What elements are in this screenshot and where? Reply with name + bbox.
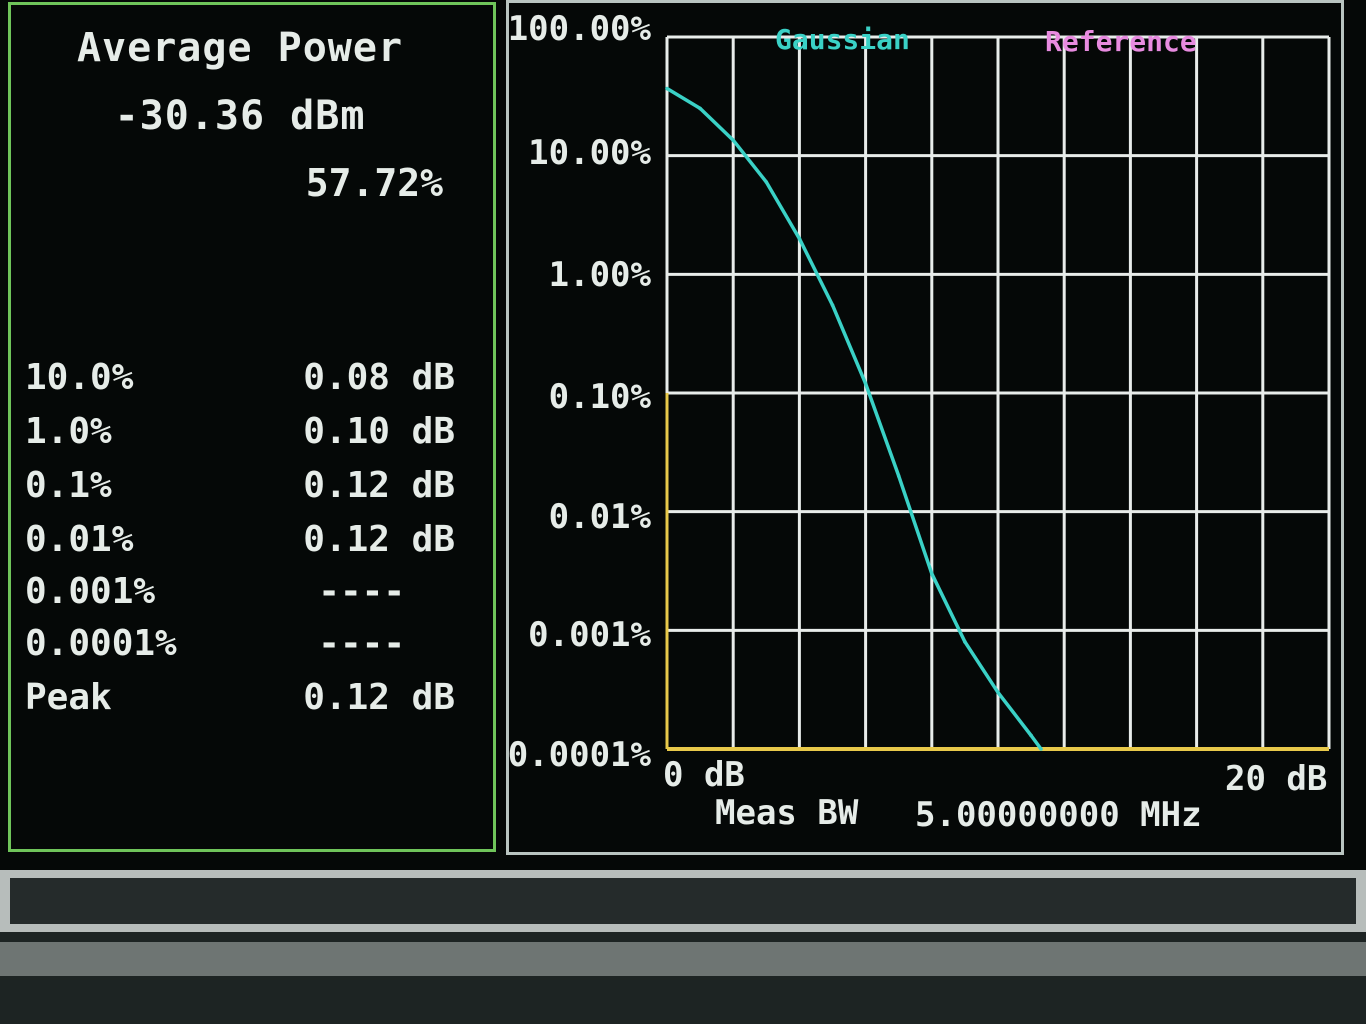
result-row-value: ---- [318, 571, 405, 612]
traces [665, 86, 1043, 751]
legend-reference: Reference [1045, 25, 1197, 58]
trace-gaussian [666, 87, 1043, 751]
result-row-label: 0.001% [25, 571, 156, 612]
trace-point [830, 303, 835, 307]
ccdf-results-panel: Average Power -30.36 dBm 57.72% 10.0% 0.… [8, 2, 496, 852]
result-row: 0.01% 0.12 dB [25, 519, 455, 569]
result-row: 10.0% 0.08 dB [25, 357, 455, 407]
instrument-screen: Average Power -30.36 dBm 57.72% 10.0% 0.… [0, 0, 1366, 870]
trace-point [1039, 747, 1043, 751]
result-row-label: Peak [25, 677, 112, 718]
result-row: 0.1% 0.12 dB [25, 465, 455, 515]
result-row-value: 0.10 dB [303, 411, 455, 452]
y-tick-label: 10.00% [528, 133, 651, 173]
trace-point [963, 640, 967, 644]
trace-point [863, 381, 868, 386]
trace-point [731, 138, 735, 143]
average-power-value: -30.36 dBm [114, 93, 366, 139]
trace-point [996, 690, 1000, 695]
trace-point [764, 180, 769, 184]
result-row-value: 0.12 dB [303, 677, 455, 718]
ccdf-chart [665, 35, 1331, 751]
average-power-percent: 57.72% [305, 161, 443, 205]
result-row: 0.001% ---- [25, 571, 455, 621]
meas-bw-value: 5.00000000 MHz [915, 795, 1202, 835]
softkey-bar-inner [10, 878, 1356, 924]
x-max-label: 20 dB [1225, 759, 1328, 799]
trace-point [797, 236, 802, 241]
result-row: 0.0001% ---- [25, 623, 455, 673]
softkey-bar [0, 870, 1366, 932]
result-row-value: 0.12 dB [303, 465, 455, 506]
result-row-label: 10.0% [25, 357, 134, 398]
trace-point [896, 474, 901, 478]
result-row-label: 0.01% [25, 519, 134, 560]
result-row-label: 0.0001% [25, 623, 177, 664]
y-tick-label: 0.01% [548, 497, 651, 537]
x-min-label: 0 dB [663, 755, 745, 795]
y-tick-label: 0.10% [548, 377, 651, 417]
legend-gaussian: Gaussian [775, 23, 910, 56]
result-row-label: 1.0% [25, 411, 112, 452]
trace-point [698, 106, 702, 111]
result-row-value: 0.08 dB [303, 357, 455, 398]
trace-point [665, 86, 669, 91]
y-tick-label: 0.001% [528, 615, 651, 655]
result-row: Peak 0.12 dB [25, 677, 455, 727]
trace-point [930, 571, 934, 576]
result-row-value: ---- [318, 623, 405, 664]
bezel-strip [0, 942, 1366, 976]
grid [665, 35, 1331, 751]
instrument-bezel [0, 932, 1366, 1024]
meas-bw-label: Meas BW [715, 793, 859, 833]
result-row-value: 0.12 dB [303, 519, 455, 560]
trace-point [1029, 733, 1033, 738]
y-tick-label: 0.0001% [507, 735, 651, 775]
y-tick-label: 1.00% [548, 255, 651, 295]
y-tick-label: 100.00% [507, 9, 651, 49]
panel-title: Average Power [76, 25, 404, 71]
ccdf-graph-panel: Gaussian Reference 100.00% 10.00% 1.00% … [506, 0, 1344, 855]
result-row-label: 0.1% [25, 465, 112, 506]
result-row: 1.0% 0.10 dB [25, 411, 455, 461]
